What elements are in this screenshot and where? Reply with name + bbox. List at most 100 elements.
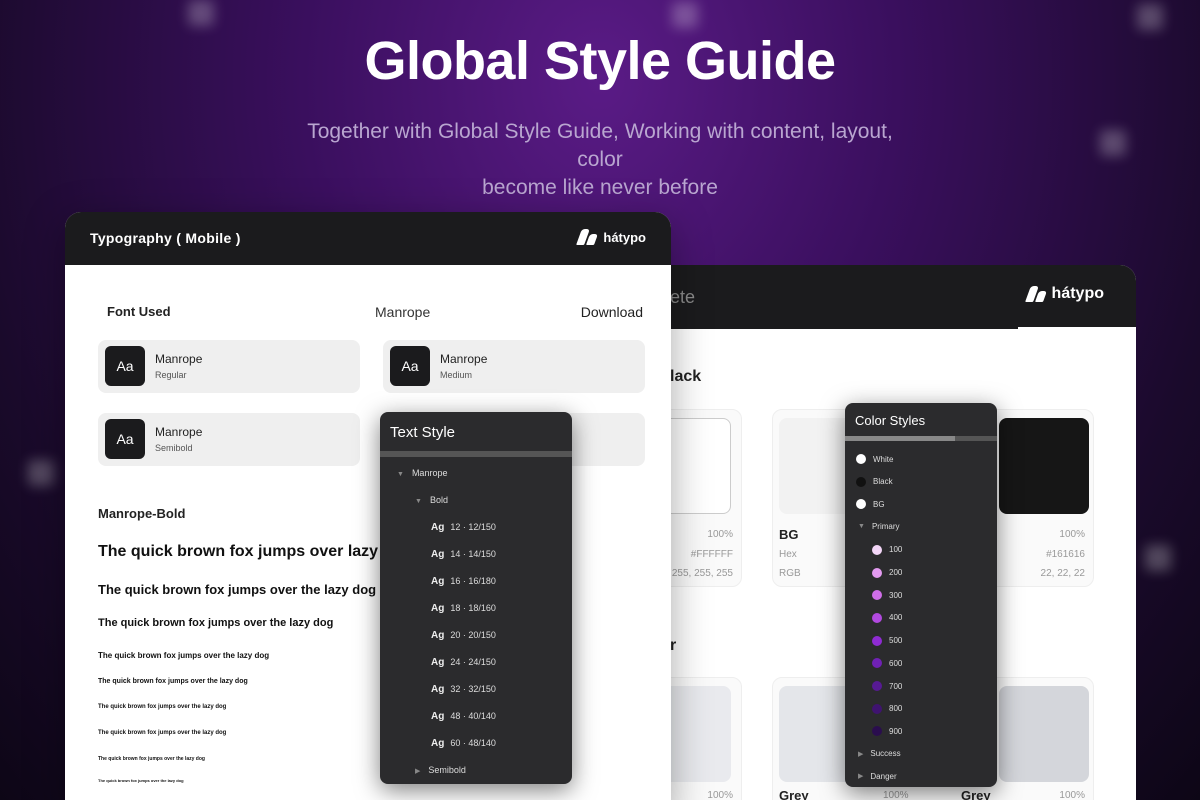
swatch-grey-mid-name: Grey — [779, 788, 809, 800]
color-style-label: 300 — [889, 590, 903, 600]
brand-logo: hátypo — [1026, 285, 1104, 303]
sample-text-2: The quick brown fox jumps over the lazy … — [98, 582, 377, 597]
color-dot-icon — [872, 635, 882, 646]
color-style-primary-item[interactable]: 300 — [872, 590, 903, 601]
color-dot-icon — [872, 544, 882, 555]
sparkle — [1137, 4, 1163, 30]
color-style-primary-item[interactable]: 900 — [872, 726, 902, 737]
color-style-item[interactable]: White — [856, 454, 893, 464]
color-style-group-danger[interactable]: ▶ Danger — [858, 772, 897, 781]
color-style-label: 800 — [889, 704, 903, 714]
text-style-title: Text Style — [390, 424, 456, 441]
hero-subtitle-line2: become like never before — [482, 176, 718, 199]
swatch-bg-rgb: 22, 22, 22 — [1040, 568, 1085, 579]
text-style-ag: Ag — [431, 522, 445, 533]
text-style-entry[interactable]: Ag 60 · 48/140 — [431, 738, 496, 749]
caret-right-icon: ▶ — [858, 773, 864, 781]
sample-text-9: The quick brown fox jumps over the lazy … — [98, 778, 184, 783]
sparkle — [28, 460, 54, 486]
color-style-item[interactable]: Black — [856, 476, 893, 487]
font-tile-weight: Medium — [440, 370, 473, 380]
swatch-bg-hex-label: Hex — [779, 549, 797, 560]
caret-right-icon: ▶ — [858, 750, 864, 758]
color-style-primary-item[interactable]: 400 — [872, 612, 902, 623]
color-style-primary-item[interactable]: 100 — [872, 544, 902, 555]
download-link[interactable]: Download — [581, 304, 643, 320]
text-style-family[interactable]: ▼ Manrope — [397, 468, 447, 478]
color-style-label: Primary — [871, 522, 900, 532]
text-style-entry[interactable]: Ag 16 · 16/180 — [431, 576, 496, 587]
color-style-label: White — [873, 454, 894, 464]
font-tile-weight: Semibold — [155, 443, 193, 453]
hero-subtitle-line1: Together with Global Style Guide, Workin… — [307, 120, 893, 171]
typography-card-header: Typography ( Mobile ) hátypo — [65, 212, 671, 265]
style-heading: Manrope-Bold — [98, 506, 186, 521]
caret-right-icon: ▶ — [415, 768, 421, 775]
brand-logo-icon — [577, 229, 597, 245]
text-style-entry[interactable]: Ag 48 · 40/140 — [431, 711, 496, 722]
text-style-size: 20 · 20/150 — [450, 630, 496, 640]
text-style-entry[interactable]: Ag 18 · 18/160 — [431, 603, 496, 614]
sample-text-5: The quick brown fox jumps over the lazy … — [98, 678, 248, 685]
sparkle — [188, 0, 214, 26]
color-style-primary-item[interactable]: 800 — [872, 703, 903, 714]
color-style-label: 700 — [889, 681, 903, 691]
swatch-bg-pct: 100% — [1059, 529, 1085, 540]
swatch-grey-mid-pct: 100% — [883, 790, 909, 800]
text-style-entry[interactable]: Ag 12 · 12/150 — [431, 522, 496, 533]
text-style-entry[interactable]: Ag 14 · 14/150 — [431, 549, 496, 560]
text-style-group-semibold[interactable]: ▶ Semibold — [415, 765, 466, 775]
palette-card-title: ete — [670, 287, 696, 307]
sample-text-3: The quick brown fox jumps over the lazy … — [98, 617, 334, 629]
caret-down-icon: ▼ — [858, 523, 865, 531]
color-dot-icon — [856, 499, 866, 510]
font-tile-aa: Aa — [105, 419, 145, 459]
font-tile-weight: Regular — [155, 370, 187, 380]
color-style-label: Success — [870, 749, 901, 759]
sample-text-4: The quick brown fox jumps over the lazy … — [98, 651, 270, 660]
text-style-panel: Text Style ▼ Manrope ▼ Bold Ag 12 · 12/150 A… — [380, 412, 572, 784]
text-style-entry[interactable]: Ag 24 · 24/150 — [431, 657, 496, 668]
color-styles-scrollbar-thumb[interactable] — [845, 436, 955, 441]
typography-card-title: Typography ( Mobile ) — [90, 230, 241, 246]
color-style-group-success[interactable]: ▶ Success — [858, 749, 901, 758]
color-dot-icon — [856, 476, 866, 487]
color-style-primary-item[interactable]: 500 — [872, 635, 902, 646]
font-tile-regular[interactable]: Aa Manrope Regular — [98, 340, 360, 393]
text-style-entry[interactable]: Ag 32 · 32/150 — [431, 684, 496, 695]
font-tile-name: Manrope — [155, 352, 203, 366]
caret-down-icon: ▼ — [397, 471, 404, 478]
swatch-white-pct: 100% — [707, 529, 733, 540]
text-style-scrollbar[interactable] — [380, 451, 572, 457]
text-style-size: 48 · 40/140 — [450, 711, 496, 721]
swatch-grey-right — [999, 686, 1089, 782]
font-tile-aa: Aa — [105, 346, 145, 386]
caret-down-icon: ▼ — [415, 498, 422, 505]
font-tile-aa: Aa — [390, 346, 430, 386]
brand-logo-icon — [1026, 286, 1046, 302]
color-style-primary-item[interactable]: 200 — [872, 567, 902, 578]
color-style-primary-item[interactable]: 700 — [872, 681, 902, 691]
text-style-group-bold[interactable]: ▼ Bold — [415, 495, 448, 505]
color-style-item[interactable]: BG — [856, 499, 885, 510]
color-styles-title: Color Styles — [855, 413, 926, 428]
text-style-ag: Ag — [431, 657, 445, 668]
sample-text-8: The quick brown fox jumps over the lazy … — [98, 756, 205, 762]
text-style-ag: Ag — [431, 603, 445, 614]
color-style-primary-item[interactable]: 600 — [872, 658, 902, 669]
hero-title: Global Style Guide — [364, 31, 836, 91]
color-dot-icon — [872, 658, 882, 669]
text-style-entry[interactable]: Ag 20 · 20/150 — [431, 630, 496, 641]
color-style-group-primary[interactable]: ▼ Primary — [858, 522, 900, 531]
font-tile-name: Manrope — [155, 425, 203, 439]
font-tile-medium[interactable]: Aa Manrope Medium — [383, 340, 645, 393]
text-style-size: 12 · 12/150 — [450, 522, 496, 532]
color-style-label: Danger — [870, 771, 897, 781]
text-style-ag: Ag — [431, 711, 445, 722]
color-dot-icon — [856, 454, 866, 464]
brand-logo: hátypo — [577, 229, 646, 245]
swatch-grey-right-name: Grey — [961, 788, 991, 800]
font-tile-semibold[interactable]: Aa Manrope Semibold — [98, 413, 360, 466]
sample-text-1: The quick brown fox jumps over lazy — [98, 543, 379, 560]
font-used-label: Font Used — [107, 304, 171, 319]
